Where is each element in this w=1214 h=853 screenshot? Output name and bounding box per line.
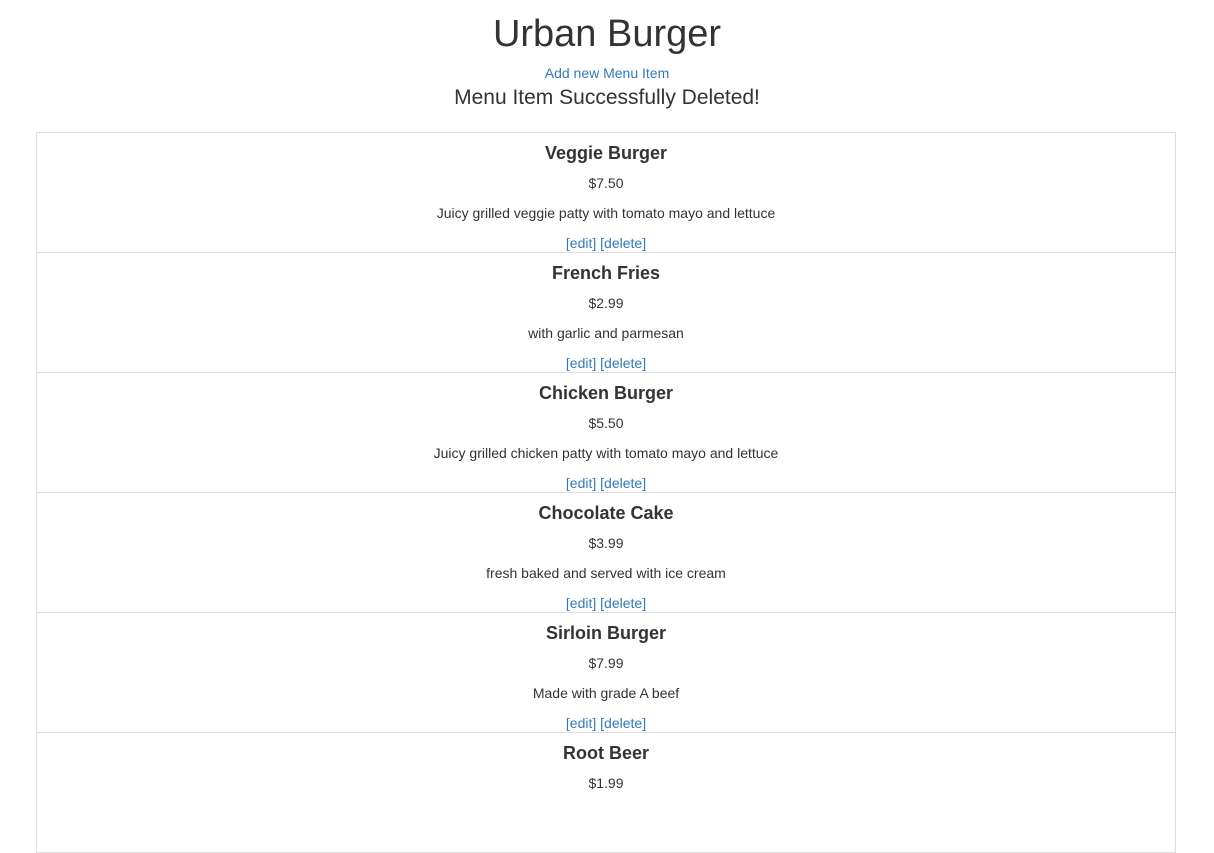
menu-item-name: French Fries	[551, 263, 661, 283]
menu-item-actions: [edit] [delete]	[37, 234, 1175, 252]
menu-item-description: fresh baked and served with ice cream	[486, 565, 726, 581]
restaurant-title: Urban Burger	[492, 13, 722, 55]
menu-item-name: Chocolate Cake	[538, 503, 674, 523]
menu-list: Veggie Burger $7.50 Juicy grilled veggie…	[36, 132, 1176, 853]
add-menu-item-container: Add new Menu Item	[0, 64, 1214, 82]
menu-item: Root Beer $1.99	[36, 732, 1176, 853]
menu-item-actions: [edit] [delete]	[37, 714, 1175, 732]
edit-link[interactable]: [edit]	[566, 715, 596, 731]
menu-item-name: Sirloin Burger	[545, 623, 666, 643]
edit-link[interactable]: [edit]	[566, 595, 596, 611]
menu-item-description: Juicy grilled chicken patty with tomato …	[433, 445, 779, 461]
menu-item-price: $7.99	[588, 655, 624, 671]
menu-item-price: $5.50	[588, 415, 624, 431]
delete-link[interactable]: [delete]	[600, 355, 646, 371]
menu-item: Chocolate Cake $3.99 fresh baked and ser…	[36, 492, 1176, 613]
menu-item: Chicken Burger $5.50 Juicy grilled chick…	[36, 372, 1176, 493]
menu-item-description: Made with grade A beef	[532, 685, 680, 701]
menu-item-name: Root Beer	[562, 743, 649, 763]
menu-item-description: Juicy grilled veggie patty with tomato m…	[436, 205, 776, 221]
menu-item-actions: [edit] [delete]	[37, 594, 1175, 612]
delete-link[interactable]: [delete]	[600, 235, 646, 251]
menu-item-name: Chicken Burger	[538, 383, 674, 403]
menu-item-actions: [edit] [delete]	[37, 354, 1175, 372]
menu-item-name: Veggie Burger	[544, 143, 668, 163]
menu-item: French Fries $2.99 with garlic and parme…	[36, 252, 1176, 373]
menu-item-price: $7.50	[588, 175, 624, 191]
flash-message: Menu Item Successfully Deleted!	[454, 86, 760, 109]
delete-link[interactable]: [delete]	[600, 715, 646, 731]
menu-item: Sirloin Burger $7.99 Made with grade A b…	[36, 612, 1176, 733]
menu-item-description: with garlic and parmesan	[528, 325, 684, 341]
delete-link[interactable]: [delete]	[600, 475, 646, 491]
edit-link[interactable]: [edit]	[566, 235, 596, 251]
menu-item-price: $1.99	[588, 775, 624, 791]
menu-item-price: $2.99	[588, 295, 624, 311]
delete-link[interactable]: [delete]	[600, 595, 646, 611]
menu-item-price: $3.99	[588, 535, 624, 551]
menu-item: Veggie Burger $7.50 Juicy grilled veggie…	[36, 132, 1176, 253]
edit-link[interactable]: [edit]	[566, 355, 596, 371]
edit-link[interactable]: [edit]	[566, 475, 596, 491]
menu-item-actions: [edit] [delete]	[37, 474, 1175, 492]
add-menu-item-link[interactable]: Add new Menu Item	[545, 65, 670, 81]
